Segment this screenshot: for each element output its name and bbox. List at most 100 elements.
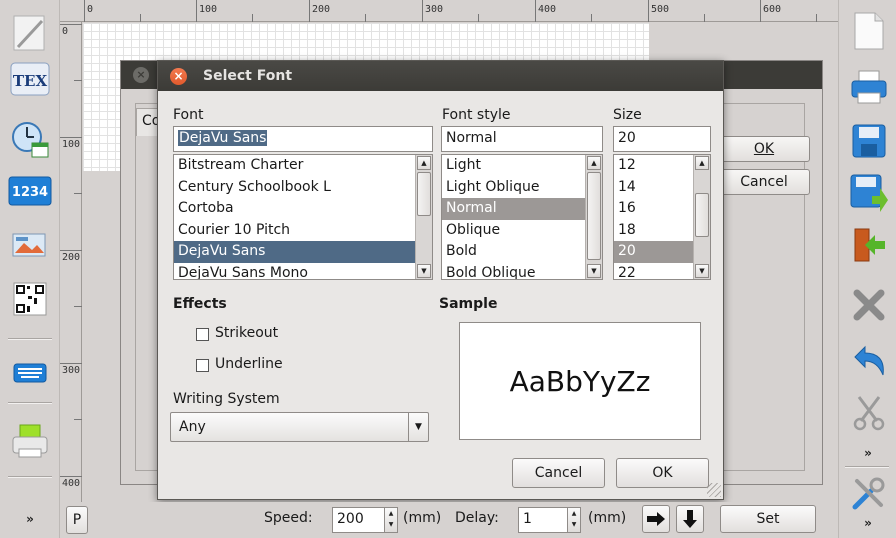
- print-button[interactable]: [847, 64, 891, 110]
- delay-unit: (mm): [588, 510, 627, 526]
- size-input-value: 20: [618, 130, 636, 146]
- dialog-title: Select Font: [203, 68, 293, 84]
- ruler-label: 400: [538, 4, 557, 15]
- font-input-value: DejaVu Sans: [178, 130, 268, 146]
- size-list[interactable]: 12 14 16 18 20 22 ▲ ▼: [613, 154, 711, 280]
- size-input[interactable]: 20: [613, 126, 711, 152]
- datetime-tool-button[interactable]: [6, 116, 54, 162]
- exit-button[interactable]: [847, 222, 891, 268]
- scroll-down-icon[interactable]: ▼: [587, 264, 601, 278]
- number-tool-button[interactable]: 1234: [6, 168, 54, 214]
- new-document-icon: [854, 12, 884, 50]
- toolbar-separator: [845, 466, 889, 468]
- p-button[interactable]: P: [66, 506, 88, 534]
- resize-grip[interactable]: [707, 483, 721, 497]
- print-tool-button[interactable]: [6, 418, 54, 464]
- list-item[interactable]: Bold Oblique: [442, 263, 602, 280]
- set-button[interactable]: Set: [720, 505, 816, 533]
- settings-button[interactable]: [847, 470, 891, 516]
- list-item[interactable]: Light: [442, 155, 602, 177]
- underline-label[interactable]: Underline: [215, 356, 283, 372]
- select-font-dialog: × Select Font Font Font style Size DejaV…: [157, 60, 724, 500]
- left-toolbar: TEX 1234 »: [0, 0, 60, 538]
- writing-system-select[interactable]: Any ▼: [170, 412, 429, 442]
- exit-icon: [854, 228, 885, 262]
- more-settings-chevron[interactable]: »: [861, 516, 875, 530]
- strikeout-label[interactable]: Strikeout: [215, 325, 278, 341]
- cancel-button[interactable]: Cancel: [512, 458, 605, 488]
- tex-tool-button[interactable]: TEX: [6, 56, 54, 102]
- underline-checkbox[interactable]: [196, 359, 209, 372]
- list-item[interactable]: Bitstream Charter: [174, 155, 432, 177]
- scroll-down-icon[interactable]: ▼: [417, 264, 431, 278]
- ruler-label: 300: [425, 4, 444, 15]
- number-field-icon: 1234: [8, 176, 52, 206]
- scroll-up-icon[interactable]: ▲: [587, 156, 601, 170]
- font-style-list[interactable]: Light Light Oblique Normal Oblique Bold …: [441, 154, 603, 280]
- list-item[interactable]: Century Schoolbook L: [174, 177, 432, 199]
- scroll-up-icon[interactable]: ▲: [417, 156, 431, 170]
- font-style-scrollbar[interactable]: ▲ ▼: [585, 155, 602, 279]
- font-style-input[interactable]: Normal: [441, 126, 603, 152]
- ruler-label: 0: [87, 4, 94, 15]
- cut-button[interactable]: [847, 390, 891, 436]
- set-label: Set: [756, 511, 780, 527]
- scroll-thumb[interactable]: [587, 172, 601, 260]
- list-item[interactable]: Bold: [442, 241, 602, 263]
- keyboard-tool-button[interactable]: [6, 350, 54, 396]
- close-icon[interactable]: ×: [133, 67, 149, 83]
- scroll-thumb[interactable]: [417, 172, 431, 216]
- more-actions-chevron[interactable]: »: [861, 446, 875, 460]
- size-list-scrollbar[interactable]: ▲ ▼: [693, 155, 710, 279]
- save-icon: [852, 124, 886, 158]
- move-right-button[interactable]: [642, 505, 670, 533]
- list-item[interactable]: Light Oblique: [442, 177, 602, 199]
- font-list[interactable]: Bitstream Charter Century Schoolbook L C…: [173, 154, 433, 280]
- undo-button[interactable]: [847, 338, 891, 384]
- save-button[interactable]: [847, 118, 891, 164]
- scroll-down-icon[interactable]: ▼: [695, 264, 709, 278]
- list-item-selected[interactable]: Normal: [442, 198, 602, 220]
- speed-stepper[interactable]: ▲ ▼: [384, 508, 397, 532]
- more-tools-chevron[interactable]: »: [23, 512, 37, 526]
- pencil-tool-button[interactable]: [6, 10, 54, 56]
- sample-heading: Sample: [439, 296, 498, 312]
- image-tool-button[interactable]: [6, 222, 54, 268]
- list-item[interactable]: Cortoba: [174, 198, 432, 220]
- delay-value: 1: [523, 511, 532, 527]
- ok-label: OK: [652, 465, 673, 481]
- font-list-scrollbar[interactable]: ▲ ▼: [415, 155, 432, 279]
- background-ok-button[interactable]: OK: [718, 136, 810, 162]
- size-label: Size: [613, 107, 642, 123]
- save-as-button[interactable]: [847, 170, 891, 216]
- barcode-tool-button[interactable]: [6, 276, 54, 322]
- list-item[interactable]: Oblique: [442, 220, 602, 242]
- horizontal-ruler: 0 100 200 300 400 500 600: [60, 0, 838, 22]
- speed-value: 200: [337, 511, 364, 527]
- move-down-button[interactable]: [676, 505, 704, 533]
- new-document-button[interactable]: [847, 8, 891, 54]
- tex-icon: TEX: [10, 62, 50, 96]
- cancel-label: Cancel: [534, 465, 583, 481]
- scroll-up-icon[interactable]: ▲: [695, 156, 709, 170]
- list-item[interactable]: DejaVu Sans Mono: [174, 263, 432, 280]
- printer-icon: [851, 70, 887, 104]
- ok-button[interactable]: OK: [616, 458, 709, 488]
- background-cancel-button[interactable]: Cancel: [718, 169, 810, 195]
- strikeout-checkbox[interactable]: [196, 328, 209, 341]
- delay-stepper[interactable]: ▲ ▼: [567, 508, 580, 532]
- font-style-input-value: Normal: [446, 130, 497, 146]
- list-item[interactable]: Courier 10 Pitch: [174, 220, 432, 242]
- arrow-right-icon: [647, 512, 665, 526]
- speed-label: Speed:: [264, 510, 313, 526]
- scroll-thumb[interactable]: [695, 193, 709, 237]
- delete-button[interactable]: [847, 282, 891, 328]
- close-icon[interactable]: ×: [170, 68, 187, 85]
- delay-input[interactable]: 1 ▲ ▼: [518, 507, 581, 533]
- speed-input[interactable]: 200 ▲ ▼: [332, 507, 398, 533]
- chevron-down-icon: ▼: [408, 413, 428, 441]
- effects-heading: Effects: [173, 296, 227, 312]
- background-ok-label: OK: [753, 141, 775, 157]
- font-input[interactable]: DejaVu Sans: [173, 126, 433, 152]
- list-item-selected[interactable]: DejaVu Sans: [174, 241, 432, 263]
